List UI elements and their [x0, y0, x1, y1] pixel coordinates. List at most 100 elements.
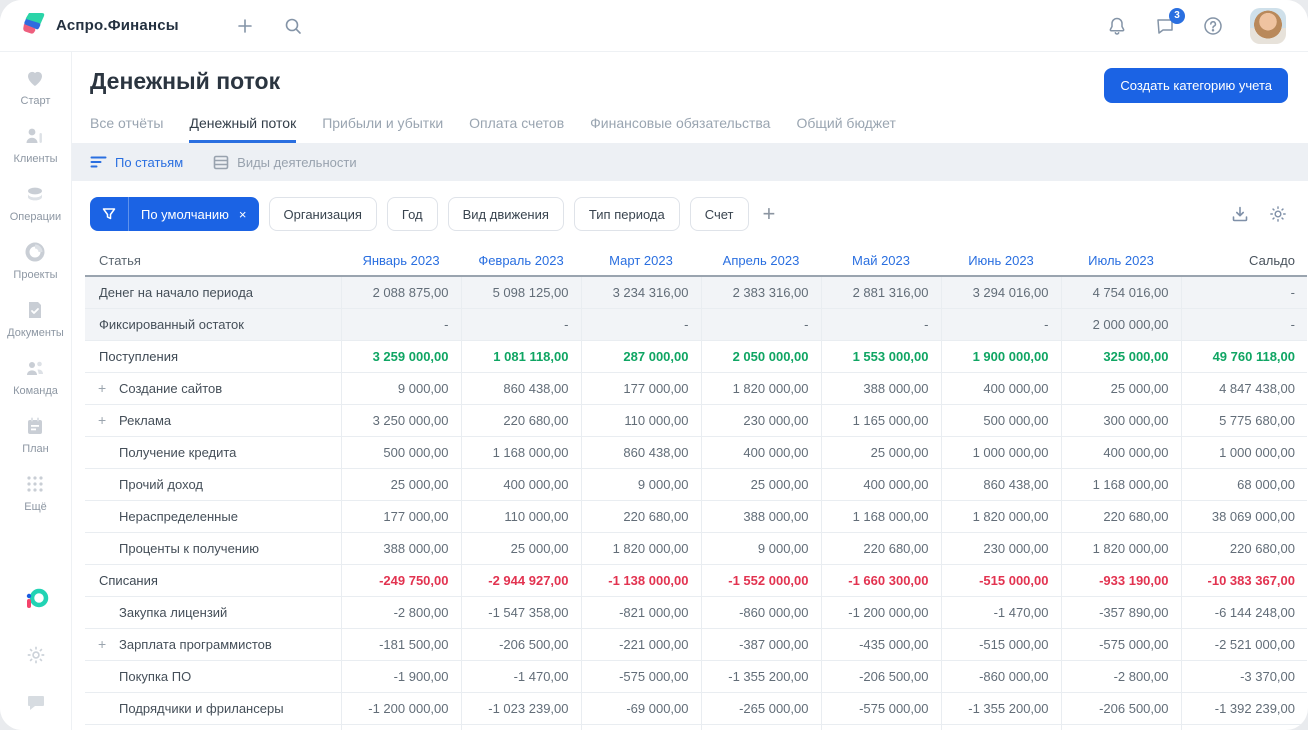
- help-icon[interactable]: [1202, 15, 1224, 37]
- cell-value: 9 000,00: [700, 532, 821, 565]
- cell-value: 4 754 016,00: [1060, 276, 1181, 309]
- cell-value: -435 000,00: [820, 628, 941, 661]
- aspro-logo-icon[interactable]: [23, 587, 49, 618]
- cell-value: -575 000,00: [820, 692, 941, 725]
- cell-value: 9 000,00: [340, 372, 461, 405]
- notifications-bell-icon[interactable]: [1106, 15, 1128, 37]
- cell-value: 1 168 000,00: [460, 436, 581, 469]
- cell-value: -1 138 000,00: [580, 564, 701, 597]
- team-icon: [23, 356, 47, 380]
- tab-2[interactable]: Денежный поток: [189, 115, 297, 143]
- row-label: +Зарплата программистов: [85, 724, 341, 730]
- tab-4[interactable]: Оплата счетов: [469, 115, 564, 143]
- add-filter-button[interactable]: +: [759, 203, 780, 225]
- filter-chip-5[interactable]: Счет: [689, 197, 749, 231]
- subtab-1[interactable]: По статьям: [90, 155, 183, 170]
- table-row: + Реклама 3 250 000,00 220 680,00 110 000,00…: [85, 404, 1307, 437]
- filter-chip-4[interactable]: Тип периода: [573, 197, 680, 231]
- plan-icon: [23, 414, 47, 438]
- cell-value: 287 000,00: [580, 340, 701, 373]
- sidebar-item-3[interactable]: Операции: [7, 182, 64, 223]
- expand-row-icon[interactable]: +: [98, 636, 106, 652]
- export-download-icon[interactable]: [1230, 204, 1250, 224]
- cell-value: 220 680,00: [460, 404, 581, 437]
- default-filter-chip[interactable]: По умолчанию ×: [90, 197, 259, 231]
- row-label: + Реклама: [85, 404, 341, 437]
- chat-badge: 3: [1169, 7, 1185, 24]
- cell-value: 1 820 000,00: [1060, 532, 1181, 565]
- cashflow-table: Статья Январь 2023 Февраль 2023 Март 2023 Ап…: [85, 245, 1307, 730]
- cell-value: 400 000,00: [1060, 436, 1181, 469]
- settings-gear-icon[interactable]: [25, 644, 47, 666]
- sidebar-item-1[interactable]: Старт: [7, 66, 64, 107]
- search-button[interactable]: [283, 16, 303, 36]
- sidebar-item-4[interactable]: Проекты: [7, 240, 64, 281]
- user-avatar[interactable]: [1250, 7, 1286, 44]
- cell-value: -1 470,00: [940, 724, 1061, 730]
- row-label: Покупка ПО: [85, 660, 341, 693]
- row-label: Прочий доход: [85, 468, 341, 501]
- column-header-month[interactable]: Апрель 2023: [701, 245, 821, 277]
- table-settings-gear-icon[interactable]: [1268, 204, 1288, 224]
- column-header-month[interactable]: Февраль 2023: [461, 245, 581, 277]
- column-header-month[interactable]: Март 2023: [581, 245, 701, 277]
- sidebar-item-8[interactable]: Ещё: [7, 472, 64, 513]
- cell-value: -1 392 239,00: [1180, 692, 1307, 725]
- row-label: Закупка лицензий: [85, 596, 341, 629]
- chat-icon[interactable]: 3: [1154, 7, 1185, 37]
- cell-value: -2 800,00: [340, 596, 461, 629]
- create-plus-button[interactable]: [235, 16, 255, 36]
- cell-value: -206 500,00: [820, 660, 941, 693]
- sidebar-item-5[interactable]: Документы: [7, 298, 64, 339]
- cell-value: -1 470,00: [460, 660, 581, 693]
- cell-value: 500 000,00: [940, 404, 1061, 437]
- cell-value: 38 069 000,00: [1180, 500, 1307, 533]
- table-row: +Зарплата программистов-2 800,00-1 547 3…: [85, 724, 1307, 730]
- funnel-icon: [90, 197, 129, 231]
- cell-value: -1 547 358,00: [460, 596, 581, 629]
- brand[interactable]: Аспро.Финансы: [20, 10, 179, 41]
- cell-value: 1 168 000,00: [1060, 468, 1181, 501]
- cell-value: 500 000,00: [340, 436, 461, 469]
- table-row: Проценты к получению 388 000,00 25 000,00 1…: [85, 532, 1307, 565]
- cell-value: 220 680,00: [820, 532, 941, 565]
- document-icon: [23, 298, 47, 322]
- feedback-chat-icon[interactable]: [25, 692, 47, 714]
- cell-value: -2 944 927,00: [460, 564, 581, 597]
- filter-chip-2[interactable]: Год: [386, 197, 438, 231]
- column-header-month[interactable]: Май 2023: [821, 245, 941, 277]
- cell-value: 300 000,00: [1060, 404, 1181, 437]
- subtab-label: Виды деятельности: [237, 154, 357, 170]
- filter-chip-3[interactable]: Вид движения: [447, 197, 564, 231]
- list-rows-icon: [213, 155, 229, 170]
- cell-value: 388 000,00: [700, 500, 821, 533]
- filter-chip-1[interactable]: Организация: [268, 197, 377, 231]
- table-row: Денег на начало периода 2 088 875,00 5 098…: [85, 276, 1307, 309]
- expand-row-icon[interactable]: +: [98, 380, 106, 396]
- row-label: + Создание сайтов: [85, 372, 341, 405]
- column-header-saldo: Сальдо: [1181, 245, 1307, 277]
- create-category-button[interactable]: Создать категорию учета: [1104, 68, 1288, 103]
- subtab-2[interactable]: Виды деятельности: [213, 154, 357, 170]
- sidebar-item-label: Проекты: [13, 269, 58, 281]
- column-header-month[interactable]: Июль 2023: [1061, 245, 1181, 277]
- table-row: Прочий доход 25 000,00 400 000,00 9 000,00 2…: [85, 468, 1307, 501]
- column-header-month[interactable]: Январь 2023: [341, 245, 461, 277]
- clear-filter-icon[interactable]: ×: [237, 207, 259, 222]
- column-header-month[interactable]: Июнь 2023: [941, 245, 1061, 277]
- sidebar-item-label: Операции: [9, 211, 62, 223]
- sidebar-item-2[interactable]: Клиенты: [7, 124, 64, 165]
- cell-value: 110 000,00: [460, 500, 581, 533]
- sidebar-item-6[interactable]: Команда: [7, 356, 64, 397]
- cell-value: 1 165 000,00: [820, 404, 941, 437]
- cell-value: -: [700, 308, 821, 341]
- expand-row-icon[interactable]: +: [98, 412, 106, 428]
- cell-value: 1 553 000,00: [820, 340, 941, 373]
- report-tabs: Все отчёты Денежный поток Прибыли и убытки…: [72, 103, 1308, 143]
- sidebar-item-7[interactable]: План: [7, 414, 64, 455]
- tab-3[interactable]: Прибыли и убытки: [322, 115, 443, 143]
- tab-6[interactable]: Общий бюджет: [796, 115, 895, 143]
- cell-value: -: [1180, 276, 1307, 309]
- tab-5[interactable]: Финансовые обязательства: [590, 115, 770, 143]
- tab-1[interactable]: Все отчёты: [90, 115, 163, 143]
